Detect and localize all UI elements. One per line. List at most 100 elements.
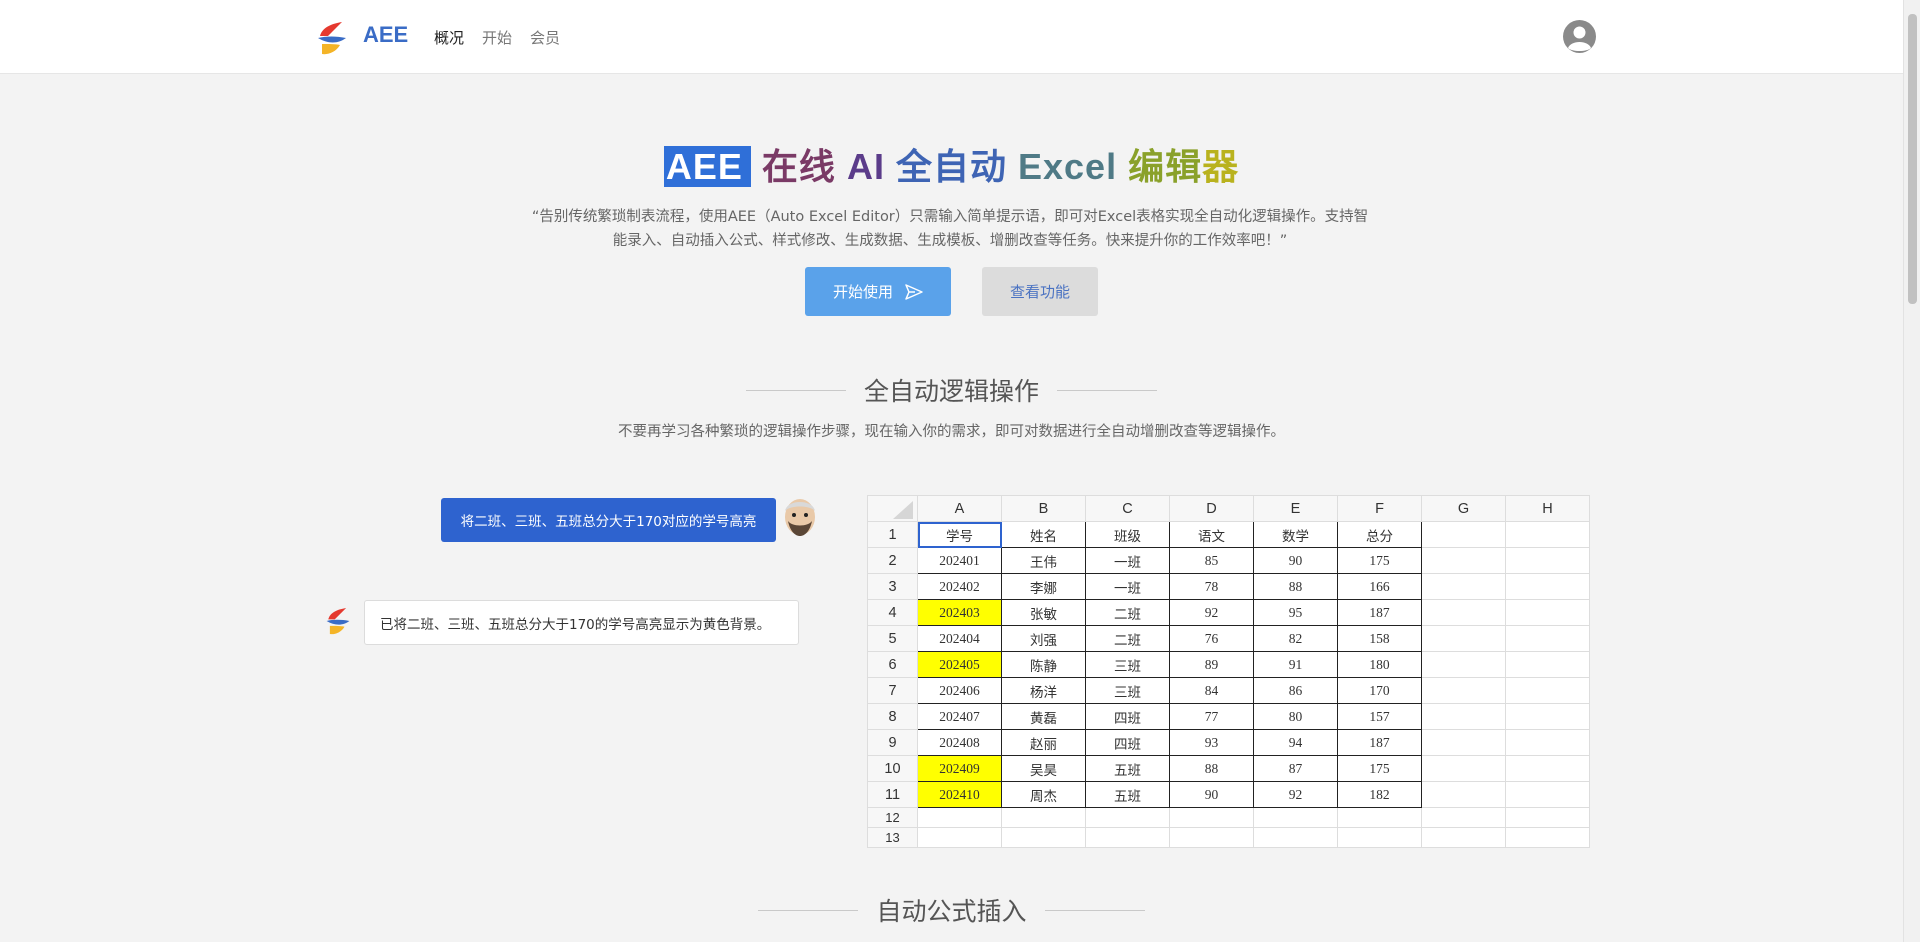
brand-name[interactable]: AEE [363, 22, 408, 48]
sheet-cell[interactable]: 92 [1253, 781, 1338, 808]
row-header[interactable]: 10 [867, 755, 918, 782]
sheet-cell[interactable] [1505, 521, 1590, 548]
sheet-cell[interactable]: 182 [1337, 781, 1422, 808]
nav-item-overview[interactable]: 概况 [434, 27, 464, 48]
row-header[interactable]: 9 [867, 729, 918, 756]
sheet-cell[interactable]: 92 [1169, 599, 1254, 626]
sheet-cell[interactable]: 175 [1337, 755, 1422, 782]
start-using-button[interactable]: 开始使用 [805, 267, 951, 316]
page-scrollbar[interactable] [1903, 0, 1920, 942]
sheet-cell[interactable] [1169, 827, 1254, 848]
sheet-cell[interactable]: 187 [1337, 599, 1422, 626]
sheet-cell[interactable] [1337, 807, 1422, 828]
sheet-cell[interactable]: 202406 [917, 677, 1002, 704]
sheet-cell[interactable]: 总分 [1337, 521, 1422, 548]
column-header[interactable]: C [1085, 495, 1170, 522]
sheet-cell[interactable] [1505, 807, 1590, 828]
row-header[interactable]: 8 [867, 703, 918, 730]
sheet-cell[interactable]: 84 [1169, 677, 1254, 704]
sheet-cell[interactable] [1505, 573, 1590, 600]
sheet-cell[interactable]: 四班 [1085, 729, 1170, 756]
sheet-cell[interactable] [1421, 625, 1506, 652]
sheet-cell[interactable]: 95 [1253, 599, 1338, 626]
column-header[interactable]: D [1169, 495, 1254, 522]
scrollbar-thumb[interactable] [1908, 14, 1917, 304]
sheet-cell[interactable] [1253, 827, 1338, 848]
sheet-cell[interactable]: 80 [1253, 703, 1338, 730]
sheet-cell[interactable]: 五班 [1085, 755, 1170, 782]
sheet-cell[interactable]: 张敏 [1001, 599, 1086, 626]
sheet-cell[interactable]: 陈静 [1001, 651, 1086, 678]
sheet-cell[interactable] [1505, 625, 1590, 652]
sheet-cell[interactable]: 三班 [1085, 677, 1170, 704]
sheet-cell[interactable]: 88 [1253, 573, 1338, 600]
sheet-cell[interactable]: 一班 [1085, 573, 1170, 600]
sheet-cell[interactable]: 85 [1169, 547, 1254, 574]
sheet-cell[interactable] [1421, 547, 1506, 574]
sheet-cell[interactable]: 202405 [917, 651, 1002, 678]
sheet-cell[interactable]: 157 [1337, 703, 1422, 730]
sheet-cell[interactable] [1421, 827, 1506, 848]
row-header[interactable]: 12 [867, 807, 918, 828]
sheet-cell[interactable] [917, 827, 1002, 848]
sheet-cell[interactable] [1421, 703, 1506, 730]
sheet-cell[interactable]: 86 [1253, 677, 1338, 704]
sheet-cell[interactable] [1085, 827, 1170, 848]
column-header[interactable]: B [1001, 495, 1086, 522]
sheet-cell[interactable]: 202407 [917, 703, 1002, 730]
sheet-cell[interactable]: 87 [1253, 755, 1338, 782]
sheet-cell[interactable] [917, 807, 1002, 828]
sheet-cell[interactable]: 吴昊 [1001, 755, 1086, 782]
sheet-cell[interactable] [1505, 547, 1590, 574]
sheet-cell[interactable]: 班级 [1085, 521, 1170, 548]
row-header[interactable]: 1 [867, 521, 918, 548]
sheet-cell[interactable]: 赵丽 [1001, 729, 1086, 756]
sheet-cell[interactable]: 五班 [1085, 781, 1170, 808]
sheet-cell[interactable]: 杨洋 [1001, 677, 1086, 704]
sheet-cell[interactable] [1253, 807, 1338, 828]
sheet-cell[interactable] [1001, 807, 1086, 828]
sheet-cell[interactable]: 94 [1253, 729, 1338, 756]
sheet-cell[interactable]: 90 [1253, 547, 1338, 574]
row-header[interactable]: 5 [867, 625, 918, 652]
sheet-cell[interactable]: 187 [1337, 729, 1422, 756]
row-header[interactable]: 7 [867, 677, 918, 704]
sheet-cell[interactable] [1421, 781, 1506, 808]
sheet-cell[interactable]: 李娜 [1001, 573, 1086, 600]
row-header[interactable]: 3 [867, 573, 918, 600]
sheet-cell[interactable] [1421, 729, 1506, 756]
spreadsheet-grid[interactable]: A B C D E F G H 1 学号 姓名 班级 语文 数学 总分 2 202401 王伟 一班 85 90 175 3… [867, 495, 1590, 848]
sheet-cell[interactable] [1421, 755, 1506, 782]
sheet-cell[interactable]: 77 [1169, 703, 1254, 730]
sheet-cell[interactable]: 姓名 [1001, 521, 1086, 548]
sheet-cell[interactable] [1085, 807, 1170, 828]
column-header[interactable]: G [1421, 495, 1506, 522]
sheet-cell[interactable] [1505, 651, 1590, 678]
sheet-cell[interactable] [1505, 703, 1590, 730]
sheet-cell[interactable] [1421, 521, 1506, 548]
sheet-cell[interactable] [1001, 827, 1086, 848]
sheet-cell[interactable]: 202403 [917, 599, 1002, 626]
sheet-cell[interactable] [1505, 599, 1590, 626]
sheet-cell[interactable] [1169, 807, 1254, 828]
sheet-cell[interactable]: 二班 [1085, 625, 1170, 652]
sheet-cell[interactable]: 王伟 [1001, 547, 1086, 574]
sheet-cell[interactable]: 202409 [917, 755, 1002, 782]
column-header[interactable]: H [1505, 495, 1590, 522]
row-header[interactable]: 4 [867, 599, 918, 626]
sheet-cell[interactable]: 语文 [1169, 521, 1254, 548]
sheet-cell[interactable]: 158 [1337, 625, 1422, 652]
sheet-cell[interactable]: 周杰 [1001, 781, 1086, 808]
sheet-cell[interactable]: 82 [1253, 625, 1338, 652]
sheet-cell[interactable]: 二班 [1085, 599, 1170, 626]
sheet-cell[interactable] [1421, 599, 1506, 626]
user-avatar-icon[interactable] [1563, 20, 1596, 53]
sheet-cell[interactable] [1505, 729, 1590, 756]
sheet-cell[interactable]: 175 [1337, 547, 1422, 574]
sheet-cell[interactable] [1505, 677, 1590, 704]
row-header[interactable]: 13 [867, 827, 918, 848]
column-header[interactable]: F [1337, 495, 1422, 522]
sheet-cell[interactable]: 91 [1253, 651, 1338, 678]
nav-item-start[interactable]: 开始 [482, 27, 512, 48]
sheet-cell[interactable] [1421, 573, 1506, 600]
